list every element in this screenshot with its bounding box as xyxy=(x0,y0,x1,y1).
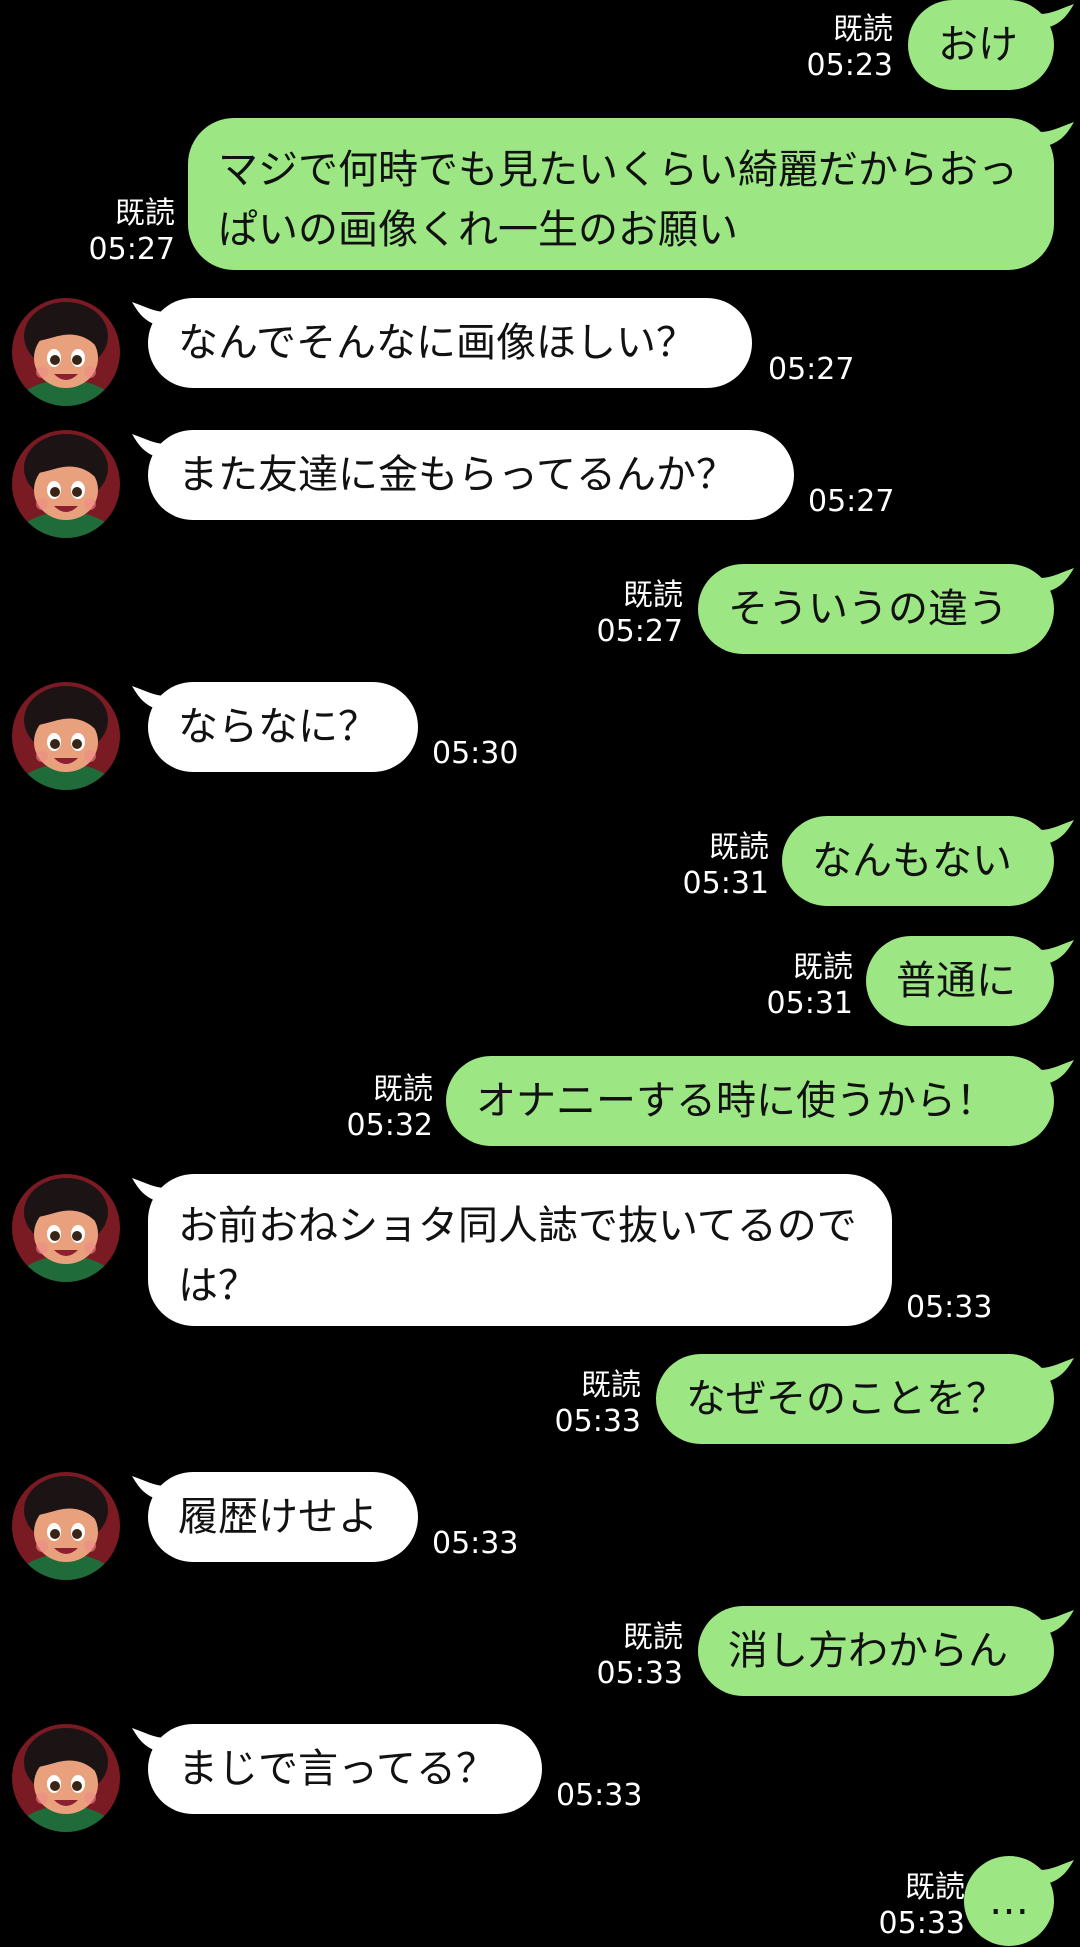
bubble-tail-icon xyxy=(1040,820,1074,844)
message-bubble[interactable]: おけ xyxy=(908,0,1054,90)
message-meta: 既読 05:27 xyxy=(580,578,683,650)
avatar[interactable] xyxy=(12,682,120,790)
read-receipt: 既読 xyxy=(623,578,683,613)
timestamp: 05:33 xyxy=(596,1656,683,1691)
timestamp: 05:27 xyxy=(768,352,855,387)
read-receipt: 既読 xyxy=(373,1072,433,1107)
bubble-tail-icon xyxy=(1040,1610,1074,1634)
message-meta: 既読 05:23 xyxy=(790,12,893,84)
timestamp: 05:33 xyxy=(556,1778,643,1813)
bubble-tail-icon xyxy=(1040,4,1074,28)
chat-thread[interactable]: 既読 05:23 おけ 既読 05:27 マジで何時でも見たいくらい綺麗だからお… xyxy=(0,0,1080,1947)
bubble-tail-icon xyxy=(132,302,166,326)
cartoon-girl-avatar-icon xyxy=(12,1472,120,1580)
cartoon-girl-avatar-icon xyxy=(12,682,120,790)
bubble-tail-icon xyxy=(1040,122,1074,146)
message-bubble[interactable]: オナニーする時に使うから！ xyxy=(446,1056,1054,1146)
message-bubble[interactable]: お前おねショタ同人誌で抜いてるのでは？ xyxy=(148,1174,892,1326)
bubble-tail-icon xyxy=(132,434,166,458)
read-receipt: 既読 xyxy=(905,1870,965,1905)
timestamp: 05:27 xyxy=(596,614,683,649)
timestamp: 05:32 xyxy=(346,1108,433,1143)
avatar[interactable] xyxy=(12,1724,120,1832)
bubble-tail-icon xyxy=(132,686,166,710)
timestamp: 05:27 xyxy=(808,484,895,519)
bubble-tail-icon xyxy=(132,1728,166,1752)
bubble-tail-icon xyxy=(1040,568,1074,592)
message-bubble[interactable]: 普通に xyxy=(866,936,1054,1026)
read-receipt: 既読 xyxy=(623,1620,683,1655)
message-bubble[interactable]: また友達に金もらってるんか？ xyxy=(148,430,794,520)
timestamp: 05:33 xyxy=(432,1526,519,1561)
bubble-tail-icon xyxy=(132,1178,166,1202)
timestamp: 05:33 xyxy=(906,1290,993,1325)
timestamp: 05:23 xyxy=(806,48,893,83)
message-meta: 既読 05:31 xyxy=(750,950,853,1022)
timestamp: 05:33 xyxy=(878,1906,965,1941)
message-bubble[interactable]: まじで言ってる？ xyxy=(148,1724,542,1814)
read-receipt: 既読 xyxy=(115,196,175,231)
message-meta: 既読 05:33 xyxy=(538,1368,641,1440)
read-receipt: 既読 xyxy=(709,830,769,865)
cartoon-girl-avatar-icon xyxy=(12,1174,120,1282)
message-meta: 既読 05:31 xyxy=(666,830,769,902)
read-receipt: 既読 xyxy=(793,950,853,985)
timestamp: 05:31 xyxy=(766,986,853,1021)
bubble-tail-icon xyxy=(1040,1358,1074,1382)
bubble-tail-icon xyxy=(1040,940,1074,964)
avatar[interactable] xyxy=(12,430,120,538)
avatar[interactable] xyxy=(12,1174,120,1282)
message-bubble[interactable]: 消し方わからん xyxy=(698,1606,1054,1696)
message-meta: 既読 05:27 xyxy=(72,196,175,268)
message-bubble[interactable]: ならなに？ xyxy=(148,682,418,772)
read-receipt: 既読 xyxy=(581,1368,641,1403)
message-meta: 既読 05:33 xyxy=(580,1620,683,1692)
message-meta: 既読 05:33 xyxy=(862,1870,965,1942)
timestamp: 05:27 xyxy=(88,232,175,267)
message-bubble[interactable]: なんでそんなに画像ほしい？ xyxy=(148,298,752,388)
timestamp: 05:30 xyxy=(432,736,519,771)
read-receipt: 既読 xyxy=(833,12,893,47)
message-bubble[interactable]: なんもない xyxy=(782,816,1054,906)
avatar[interactable] xyxy=(12,1472,120,1580)
message-bubble[interactable]: 履歴けせよ xyxy=(148,1472,418,1562)
message-bubble[interactable]: マジで何時でも見たいくらい綺麗だからおっぱいの画像くれ一生のお願い xyxy=(188,118,1054,270)
avatar[interactable] xyxy=(12,298,120,406)
cartoon-girl-avatar-icon xyxy=(12,1724,120,1832)
timestamp: 05:31 xyxy=(682,866,769,901)
cartoon-girl-avatar-icon xyxy=(12,298,120,406)
bubble-tail-icon xyxy=(1040,1860,1074,1884)
message-meta: 既読 05:32 xyxy=(330,1072,433,1144)
message-bubble[interactable]: そういうの違う xyxy=(698,564,1054,654)
bubble-tail-icon xyxy=(132,1476,166,1500)
message-bubble[interactable]: なぜそのことを？ xyxy=(656,1354,1054,1444)
timestamp: 05:33 xyxy=(554,1404,641,1439)
bubble-tail-icon xyxy=(1040,1060,1074,1084)
cartoon-girl-avatar-icon xyxy=(12,430,120,538)
